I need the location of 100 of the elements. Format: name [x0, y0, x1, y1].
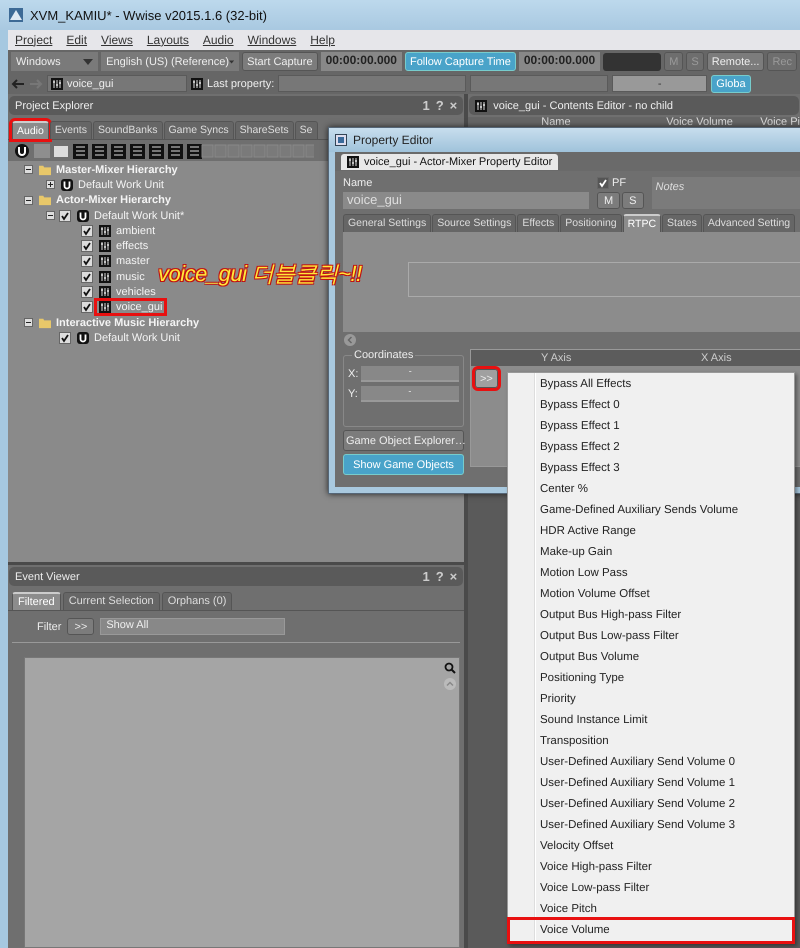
- menu-item[interactable]: Output Bus High-pass Filter: [510, 605, 792, 626]
- menu-item[interactable]: Output Bus Low-pass Filter: [510, 626, 792, 647]
- menu-item[interactable]: Sound Instance Limit: [510, 710, 792, 731]
- expand-toggle[interactable]: [24, 318, 33, 328]
- mute-button[interactable]: M: [597, 192, 620, 209]
- menu-item[interactable]: Bypass Effect 3: [510, 458, 792, 479]
- y-field[interactable]: -: [360, 386, 459, 402]
- panel-control[interactable]: 1: [422, 569, 430, 584]
- menu-item[interactable]: Make-up Gain: [510, 542, 792, 563]
- editor-tab[interactable]: voice_gui - Actor-Mixer Property Editor: [341, 154, 558, 170]
- notes-field[interactable]: Notes: [652, 177, 800, 209]
- global-button[interactable]: Globa: [711, 74, 751, 92]
- checkbox[interactable]: [81, 286, 93, 298]
- tree-item[interactable]: music: [97, 270, 147, 283]
- explorer-tab[interactable]: ShareSets: [234, 121, 294, 139]
- expand-toggle[interactable]: [24, 196, 33, 205]
- menu-item[interactable]: User-Defined Auxiliary Send Volume 1: [510, 773, 792, 794]
- menu-item[interactable]: User-Defined Auxiliary Send Volume 2: [510, 794, 792, 815]
- name-field[interactable]: voice_gui: [343, 192, 589, 209]
- menu-item[interactable]: Output Bus Volume: [510, 647, 792, 668]
- menu-item[interactable]: Voice Low-pass Filter: [510, 878, 792, 899]
- tree-item[interactable]: Default Work Unit: [75, 332, 182, 344]
- tree-item[interactable]: Master-Mixer Hierarchy: [37, 164, 180, 176]
- menu-item[interactable]: Game-Defined Auxiliary Sends Volume: [510, 500, 792, 521]
- panel-control[interactable]: ×: [450, 98, 458, 113]
- menu-item[interactable]: Audio: [202, 33, 234, 47]
- menu-item[interactable]: Transposition: [510, 731, 792, 752]
- menu-item[interactable]: Views: [101, 33, 133, 47]
- menu-item[interactable]: Bypass Effect 2: [510, 437, 792, 458]
- menu-item[interactable]: Edit: [66, 33, 88, 47]
- tree-item[interactable]: ambient: [97, 224, 158, 237]
- object-field[interactable]: voice_gui: [47, 75, 187, 92]
- property-tab[interactable]: States: [662, 214, 702, 232]
- property-tab[interactable]: Advanced Setting: [702, 214, 796, 232]
- tree-item[interactable]: Actor-Mixer Hierarchy: [37, 194, 173, 206]
- viewer-tab[interactable]: Filtered: [12, 592, 61, 610]
- checkbox[interactable]: [81, 224, 93, 237]
- menu-item[interactable]: Priority: [510, 689, 792, 710]
- tree-item[interactable]: Interactive Music Hierarchy: [37, 316, 202, 329]
- property-field[interactable]: [470, 75, 608, 92]
- tree-item[interactable]: vehicles: [97, 286, 158, 298]
- menu-item[interactable]: Bypass Effect 1: [510, 416, 792, 437]
- menu-item[interactable]: Center %: [510, 479, 792, 500]
- checkbox[interactable]: [597, 177, 609, 189]
- menu-item[interactable]: Bypass All Effects: [510, 374, 792, 395]
- explorer-tab[interactable]: Se: [294, 121, 318, 139]
- add-rtpc-button[interactable]: >>: [475, 369, 498, 388]
- menu-item[interactable]: Voice Pitch: [510, 899, 792, 920]
- back-arrow-icon[interactable]: [11, 78, 25, 88]
- checkbox[interactable]: [81, 240, 93, 252]
- menu-item[interactable]: User-Defined Auxiliary Send Volume 0: [510, 752, 792, 773]
- menu-item[interactable]: Positioning Type: [510, 668, 792, 689]
- property-tab[interactable]: RTPC: [622, 214, 662, 232]
- menu-item[interactable]: Voice High-pass Filter: [510, 857, 792, 878]
- tree-item[interactable]: Default Work Unit*: [75, 210, 186, 222]
- tree-item[interactable]: voice_gui: [97, 301, 164, 314]
- menu-item[interactable]: Motion Volume Offset: [510, 584, 792, 605]
- property-tab[interactable]: General Settings: [343, 214, 432, 232]
- explorer-tab[interactable]: Events: [50, 121, 92, 139]
- menu-item[interactable]: Bypass Effect 0: [510, 395, 792, 416]
- menu-item[interactable]: Help: [310, 33, 335, 47]
- panel-control[interactable]: ?: [436, 569, 444, 584]
- filter-field[interactable]: Show All: [100, 618, 286, 635]
- platform-dropdown[interactable]: Windows: [11, 52, 98, 71]
- menu-item[interactable]: Voice Volume: [510, 920, 792, 941]
- viewer-tab[interactable]: Orphans (0): [162, 592, 232, 610]
- panel-control[interactable]: 1: [422, 98, 430, 113]
- property-tab[interactable]: Positioning: [560, 214, 622, 232]
- menu-item[interactable]: Velocity Offset: [510, 836, 792, 857]
- game-object-explorer-button[interactable]: Game Object Explorer…: [343, 430, 464, 451]
- expand-toggle[interactable]: [46, 180, 55, 190]
- tree-item[interactable]: effects: [97, 240, 150, 252]
- x-field[interactable]: -: [361, 366, 459, 382]
- menu-item[interactable]: HDR Active Range: [510, 521, 792, 542]
- tree-item[interactable]: master: [97, 255, 152, 268]
- menu-item[interactable]: Layouts: [146, 33, 189, 47]
- menu-item[interactable]: Project: [15, 33, 52, 47]
- menu-item[interactable]: Windows: [248, 33, 296, 47]
- tree-item[interactable]: Default Work Unit: [59, 178, 166, 191]
- property-field[interactable]: [278, 75, 466, 92]
- checkbox[interactable]: [81, 270, 93, 283]
- menu-item[interactable]: Motion Low Pass: [510, 563, 792, 584]
- checkbox[interactable]: [81, 255, 93, 268]
- solo-button[interactable]: S: [622, 192, 644, 209]
- follow-capture-button[interactable]: Follow Capture Time: [404, 52, 516, 71]
- checkbox[interactable]: [59, 210, 71, 222]
- language-dropdown[interactable]: English (US) (Reference): [101, 52, 240, 71]
- panel-control[interactable]: ?: [436, 98, 444, 113]
- viewer-tab[interactable]: Current Selection: [62, 592, 160, 610]
- show-game-objects-button[interactable]: Show Game Objects: [343, 454, 464, 475]
- explorer-tab[interactable]: Audio: [12, 121, 49, 139]
- start-capture-button[interactable]: Start Capture: [242, 52, 318, 71]
- explorer-tab[interactable]: Game Syncs: [164, 121, 234, 139]
- menu-item[interactable]: User-Defined Auxiliary Send Volume 3: [510, 815, 792, 836]
- checkbox[interactable]: [81, 301, 93, 314]
- property-tab[interactable]: Effects: [517, 214, 560, 232]
- search-icon[interactable]: [444, 662, 456, 674]
- value-field[interactable]: -: [612, 75, 708, 92]
- property-tab[interactable]: Source Settings: [432, 214, 516, 232]
- checkbox[interactable]: [59, 332, 71, 344]
